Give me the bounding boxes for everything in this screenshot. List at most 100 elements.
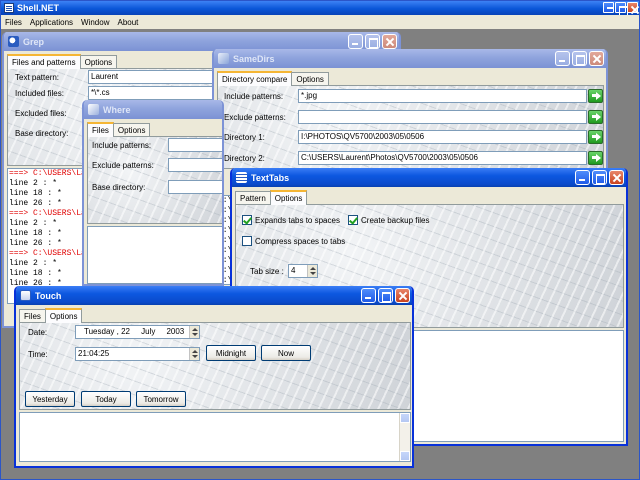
tab-files[interactable]: Files — [19, 309, 46, 323]
midnight-button[interactable]: Midnight — [206, 345, 256, 361]
scroll-up-icon[interactable] — [400, 413, 410, 423]
texttabs-title: TextTabs — [251, 172, 290, 183]
main-window-controls — [602, 1, 639, 16]
menu-window[interactable]: Window — [77, 18, 113, 27]
magnifier-icon — [8, 36, 19, 47]
exclude-patterns-label: Exclude patterns: — [224, 113, 286, 122]
tab-size-stepper[interactable]: 4 — [288, 264, 318, 278]
compress-spaces-checkbox[interactable] — [242, 236, 252, 246]
tab-files[interactable]: Files — [87, 122, 114, 137]
main-close-button[interactable] — [627, 2, 638, 13]
samedirs-form-panel: Include patterns: *.jpg Exclude patterns… — [217, 85, 604, 169]
texttabs-maximize-button[interactable] — [592, 170, 607, 185]
spinner-icon[interactable] — [307, 265, 317, 277]
base-directory-label: Base directory: — [92, 183, 146, 192]
touch-close-button[interactable] — [395, 288, 410, 303]
samedirs-tabs: Directory compare Options — [214, 68, 606, 86]
included-files-label: Included files: — [15, 89, 64, 98]
directory-1-label: Directory 1: — [224, 133, 265, 142]
touch-maximize-button[interactable] — [378, 288, 393, 303]
touch-minimize-button[interactable] — [361, 288, 376, 303]
include-patterns-label: Include patterns: — [224, 92, 284, 101]
grep-maximize-button[interactable] — [365, 34, 380, 49]
spinner-icon[interactable] — [189, 348, 199, 360]
menu-bar: Files Applications Window About — [1, 15, 639, 29]
tab-options[interactable]: Options — [291, 72, 329, 86]
samedirs-title-bar[interactable]: SameDirs — [214, 49, 606, 68]
tab-size-label: Tab size : — [250, 267, 284, 276]
exclude-patterns-field[interactable] — [168, 158, 222, 172]
touch-title-bar[interactable]: Touch — [16, 286, 412, 305]
go-arrow-icon[interactable] — [588, 89, 603, 103]
exclude-patterns-label: Exclude patterns: — [92, 161, 154, 170]
now-button[interactable]: Now — [261, 345, 311, 361]
grep-close-button[interactable] — [382, 34, 397, 49]
where-window: Where Files Options Include patterns: Ex… — [82, 100, 224, 286]
tab-options[interactable]: Options — [112, 123, 151, 137]
touch-window: Touch Files Options Date: Tuesday , 22 J… — [14, 286, 414, 468]
scroll-down-icon[interactable] — [400, 451, 410, 461]
menu-applications[interactable]: Applications — [26, 18, 77, 27]
tab-size-value: 4 — [291, 266, 296, 275]
excluded-files-label: Excluded files: — [15, 109, 67, 118]
where-tabs: Files Options — [84, 119, 222, 137]
main-minimize-button[interactable] — [603, 2, 614, 13]
tab-options[interactable]: Options — [44, 308, 83, 323]
grep-minimize-button[interactable] — [348, 34, 363, 49]
date-month: July — [141, 327, 156, 336]
tab-files-and-patterns[interactable]: Files and patterns — [7, 54, 81, 69]
text-pattern-field[interactable]: Laurent — [88, 70, 218, 84]
grep-title: Grep — [23, 36, 45, 47]
where-output[interactable] — [87, 226, 222, 284]
menu-files[interactable]: Files — [1, 18, 26, 27]
expand-tabs-label: Expands tabs to spaces — [255, 216, 340, 225]
texttabs-close-button[interactable] — [609, 170, 624, 185]
tomorrow-button[interactable]: Tomorrow — [136, 391, 186, 407]
samedirs-minimize-button[interactable] — [555, 51, 570, 66]
text-pattern-label: Text pattern: — [15, 73, 60, 82]
app-icon — [4, 3, 14, 13]
base-directory-field[interactable] — [168, 180, 222, 194]
included-files-field[interactable]: *\*.cs — [88, 86, 218, 100]
samedirs-close-button[interactable] — [589, 51, 604, 66]
touch-output[interactable] — [19, 412, 411, 462]
texttabs-minimize-button[interactable] — [575, 170, 590, 185]
expand-tabs-checkbox[interactable] — [242, 215, 252, 225]
tab-options[interactable]: Options — [269, 190, 308, 205]
today-button[interactable]: Today — [81, 391, 131, 407]
spinner-icon[interactable] — [189, 326, 199, 338]
compress-spaces-label: Compress spaces to tabs — [255, 237, 346, 246]
exclude-patterns-field[interactable] — [298, 110, 587, 124]
time-picker[interactable]: 21:04:25 — [75, 347, 200, 361]
vertical-scrollbar[interactable] — [399, 413, 410, 461]
tab-directory-compare[interactable]: Directory compare — [217, 71, 293, 86]
where-icon — [88, 104, 99, 115]
app-title: Shell.NET — [17, 3, 60, 13]
texttabs-title-bar[interactable]: TextTabs — [232, 168, 626, 187]
go-arrow-icon[interactable] — [588, 110, 603, 124]
go-arrow-icon[interactable] — [588, 151, 603, 165]
tab-options[interactable]: Options — [79, 55, 118, 69]
main-title-bar[interactable]: Shell.NET — [1, 1, 639, 16]
include-patterns-field[interactable] — [168, 138, 222, 152]
yesterday-button[interactable]: Yesterday — [25, 391, 75, 407]
directory-1-field[interactable]: I:\PHOTOS\QV5700\2003\05\0506 — [298, 130, 587, 144]
main-maximize-button[interactable] — [615, 2, 628, 16]
go-arrow-icon[interactable] — [588, 130, 603, 144]
time-label: Time: — [28, 350, 48, 359]
directory-2-field[interactable]: C:\USERS\Laurent\Photos\QV5700\2003\05\0… — [298, 151, 587, 165]
samedirs-maximize-button[interactable] — [572, 51, 587, 66]
touch-title: Touch — [35, 290, 62, 301]
backup-files-checkbox[interactable] — [348, 215, 358, 225]
where-form-panel: Include patterns: Exclude patterns: Base… — [87, 136, 222, 224]
date-picker[interactable]: Tuesday , 22 July 2003 — [75, 325, 200, 339]
samedirs-title: SameDirs — [233, 53, 275, 64]
tab-pattern[interactable]: Pattern — [235, 191, 271, 205]
where-title: Where — [103, 104, 131, 115]
where-title-bar[interactable]: Where — [84, 100, 222, 119]
document-icon — [20, 290, 31, 301]
menu-about[interactable]: About — [113, 18, 142, 27]
grid-icon — [236, 172, 247, 183]
include-patterns-field[interactable]: *.jpg — [298, 89, 587, 103]
folders-icon — [218, 53, 229, 64]
